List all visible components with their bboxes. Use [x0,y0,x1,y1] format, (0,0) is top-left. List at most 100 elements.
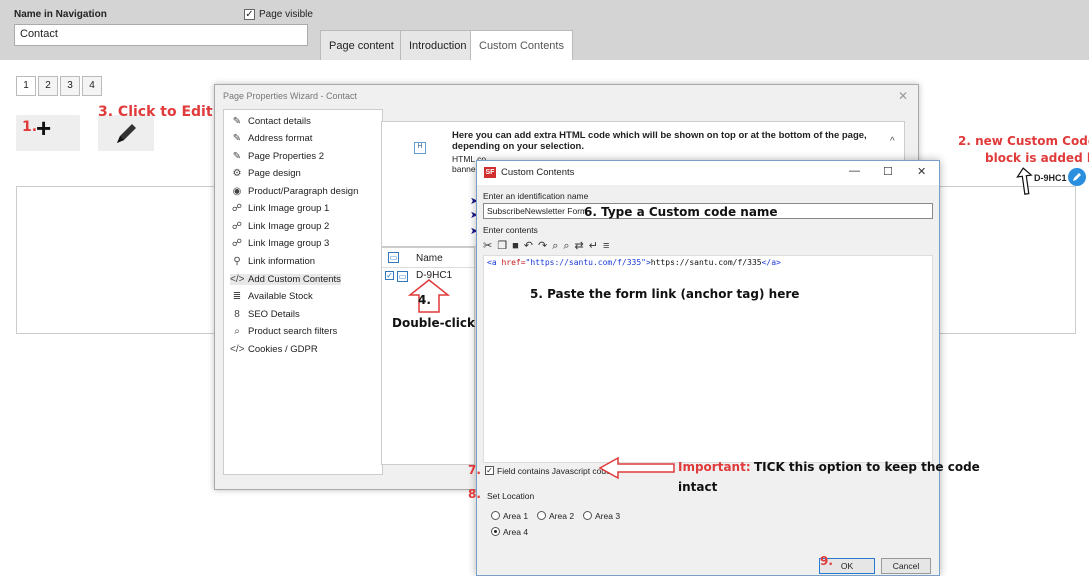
page-visible-checkbox[interactable]: ✓ [244,9,255,20]
dialog-title: Custom Contents [501,167,575,178]
wizard-item-link-image-group-3[interactable]: ☍ Link Image group 3 [230,238,329,249]
area-3-radio[interactable] [583,511,592,520]
wizard-item-page-properties-2[interactable]: ✎ Page Properties 2 [230,151,324,162]
important-text-line2: intact [678,480,718,494]
wizard-nav-list: ✎ Contact details ✎ Address format ✎ Page Pro… [223,109,383,475]
area-2-label: Area 2 [549,511,575,521]
wizard-item-label: Cookies / GDPR [248,344,318,355]
app-logo-icon: SF [484,167,496,178]
annotation-step-7-note: Important: TICK this option to keep the … [678,460,980,474]
custom-contents-dialog: SF Custom Contents — ☐ ✕ Enter an identi… [476,160,940,576]
search-icon: ⌕ [234,326,240,337]
arrow-down-icon [1016,167,1033,195]
annotation-step-9: 9. [820,554,833,568]
wizard-item-label: Link Image group 2 [248,221,330,232]
wizard-item-product-paragraph-design[interactable]: ◉ Product/Paragraph design [230,186,359,197]
pencil-icon [117,124,136,143]
annotation-step-4: 4. [418,293,431,307]
wizard-item-label: Address format [248,133,313,144]
wizard-item-link-image-group-1[interactable]: ☍ Link Image group 1 [230,203,329,214]
wizard-item-available-stock[interactable]: ≣ Available Stock [230,291,313,302]
important-text: TICK this option to keep the code [753,460,980,474]
pencil-icon: ✎ [232,133,242,144]
annotation-step-6: 6. Type a Custom code name [584,205,778,219]
wrap-icon[interactable]: ↵ [589,240,603,252]
scroll-up-icon[interactable]: ^ [890,136,895,147]
paste-icon[interactable]: ■ [512,240,524,252]
wizard-item-product-search-filters[interactable]: ⌕ Product search filters [230,326,337,337]
nav-name-label: Name in Navigation [14,9,107,20]
pencil-icon: ✎ [232,116,242,127]
find-next-icon[interactable]: ⌕ [563,240,574,252]
maximize-icon[interactable]: ☐ [883,165,893,178]
area-4-radio[interactable] [491,527,500,536]
annotation-step-7: 7. [468,463,481,477]
area-tab-4[interactable]: 4 [82,76,102,96]
replace-icon[interactable]: ⇄ [575,240,589,252]
close-icon[interactable]: ✕ [917,165,926,178]
page-visible-label: Page visible [259,9,313,20]
annotation-step-8: 8. [468,487,481,501]
wizard-item-add-custom-contents[interactable]: </> Add Custom Contents [230,274,341,285]
area-tabs: 1 2 3 4 [16,76,104,96]
search-icon[interactable]: ⌕ [552,240,563,252]
minimize-icon[interactable]: — [849,165,860,177]
custom-code-block-name: D-9HC1 [1034,173,1067,183]
wizard-item-address-format[interactable]: ✎ Address format [230,133,313,144]
format-icon[interactable]: ≡ [603,240,614,252]
cut-icon[interactable]: ✂ [483,240,497,252]
wizard-item-label: Available Stock [248,291,313,302]
wizard-item-link-information[interactable]: ⚲ Link information [230,256,315,267]
sitemap-icon: ☍ [231,203,243,214]
tab-custom-contents[interactable]: Custom Contents [470,30,573,60]
important-label: Important: [678,460,751,474]
javascript-label: Field contains Javascript code [497,466,611,476]
nav-name-input[interactable]: Contact [14,24,308,46]
edit-custom-code-button[interactable] [1068,168,1086,186]
edit-block-button[interactable] [98,115,154,151]
wizard-item-cookies-gdpr[interactable]: </> Cookies / GDPR [230,344,318,355]
tab-introduction[interactable]: Introduction [400,30,476,60]
area-2-radio[interactable] [537,511,546,520]
wizard-item-label: Product search filters [248,326,338,337]
area-1-radio[interactable] [491,511,500,520]
sitemap-icon: ☍ [231,221,243,232]
eye-icon: ◉ [232,186,242,197]
wizard-item-seo-details[interactable]: 8 SEO Details [230,309,300,320]
sitemap-icon: ☍ [231,238,243,249]
javascript-checkbox[interactable]: ✓ [485,466,494,475]
copy-icon[interactable]: ❐ [497,240,512,252]
row-checkbox[interactable]: ✓ [385,271,394,280]
redo-icon[interactable]: ↷ [538,240,552,252]
cancel-button[interactable]: Cancel [881,558,931,574]
wizard-item-label: Link Image group 3 [248,238,330,249]
undo-icon[interactable]: ↶ [524,240,538,252]
area-tab-2[interactable]: 2 [38,76,58,96]
tab-page-content[interactable]: Page content [320,30,403,60]
stock-icon: ≣ [232,291,242,302]
pencil-icon: ✎ [232,151,242,162]
wizard-close-button[interactable]: ✕ [898,89,908,103]
area-tab-1[interactable]: 1 [16,76,36,96]
code-line: <a href="https://santu.com/f/335">https:… [487,258,781,267]
id-name-label: Enter an identification name [483,191,589,201]
wizard-item-label: Add Custom Contents [248,274,341,285]
link-icon: ⚲ [233,256,241,267]
wizard-item-link-image-group-2[interactable]: ☍ Link Image group 2 [230,221,329,232]
html-icon: H [414,142,426,154]
area-1-label: Area 1 [503,511,529,521]
annotation-step-1: 1. [22,119,38,135]
wizard-item-label: Page design [248,168,301,179]
wizard-item-contact-details[interactable]: ✎ Contact details [230,116,311,127]
area-tab-3[interactable]: 3 [60,76,80,96]
code-icon: </> [230,274,245,285]
annotation-step-5: 5. Paste the form link (anchor tag) here [530,287,800,301]
editor-toolbar: ✂❐■↶↷⌕⌕⇄↵≡ [483,239,614,253]
annotation-step-4-action: Double-click [392,316,476,330]
code-icon: </> [230,344,245,355]
wizard-info-text: Here you can add extra HTML code which w… [452,130,867,152]
wizard-item-label: Page Properties 2 [248,151,325,162]
arrow-left-icon [598,456,675,480]
wizard-item-page-design[interactable]: ⚙ Page design [230,168,301,179]
wizard-title: Page Properties Wizard - Contact [223,91,358,101]
